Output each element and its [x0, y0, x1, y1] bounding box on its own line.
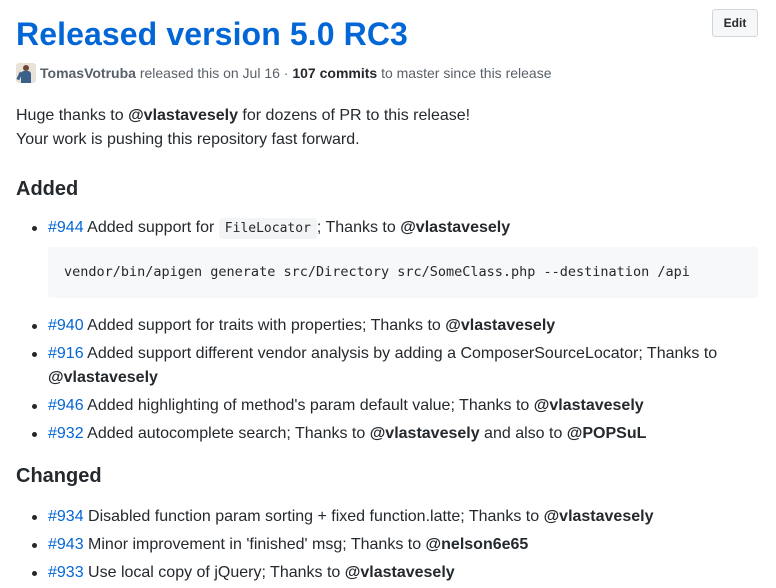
item-text: Use local copy of jQuery; Thanks to	[83, 564, 345, 581]
mention-link[interactable]: @POPSuL	[567, 425, 647, 442]
commits-suffix: to master since this release	[377, 65, 552, 81]
list-item: #932 Added autocomplete search; Thanks t…	[32, 422, 760, 446]
item-text: Added support different vendor analysis …	[83, 345, 718, 362]
mention-link[interactable]: @vlastavesely	[400, 219, 510, 236]
pr-link[interactable]: #944	[48, 219, 84, 236]
item-text: Disabled function param sorting + fixed …	[83, 508, 544, 525]
list-item: #944 Added support for FileLocator; Than…	[32, 216, 760, 298]
item-text: ; Thanks to	[316, 219, 401, 236]
list-item: #946 Added highlighting of method's para…	[32, 394, 760, 418]
changed-heading: Changed	[16, 465, 102, 487]
pr-link[interactable]: #933	[48, 564, 84, 581]
list-item: #934 Disabled function param sorting + f…	[32, 505, 760, 529]
list-item: #943 Minor improvement in 'finished' msg…	[32, 533, 760, 557]
mention-link[interactable]: @vlastavesely	[48, 369, 158, 386]
mention-link[interactable]: @vlastavesely	[534, 397, 644, 414]
item-text: Added autocomplete search; Thanks to	[83, 425, 370, 442]
mention-link[interactable]: @vlastavesely	[370, 425, 480, 442]
list-item: #940 Added support for traits with prope…	[32, 314, 760, 338]
meta-text: released this on Jul 16 ·	[135, 65, 293, 81]
mention-link[interactable]: @vlastavesely	[544, 508, 654, 525]
intro-prefix: Huge thanks to	[16, 107, 129, 124]
mention-link[interactable]: @vlastavesely	[128, 107, 238, 124]
release-meta: TomasVotruba released this on Jul 16 · 1…	[16, 63, 551, 83]
code-block: vendor/bin/apigen generate src/Directory…	[48, 247, 758, 298]
item-text: Added support for	[83, 219, 219, 236]
release-intro: Huge thanks to @vlastavesely for dozens …	[16, 104, 470, 152]
item-text: and also to	[479, 425, 567, 442]
added-list: #944 Added support for FileLocator; Than…	[16, 216, 760, 446]
intro-line2: Your work is pushing this repository fas…	[16, 131, 360, 148]
edit-button[interactable]: Edit	[712, 9, 758, 37]
release-title-link[interactable]: Released version 5.0 RC3	[16, 16, 408, 52]
mention-link[interactable]: @nelson6e65	[426, 536, 529, 553]
item-text: Minor improvement in 'finished' msg; Tha…	[83, 536, 426, 553]
mention-link[interactable]: @vlastavesely	[345, 564, 455, 581]
pr-link[interactable]: #916	[48, 345, 84, 362]
author-link[interactable]: TomasVotruba	[40, 63, 136, 83]
pr-link[interactable]: #934	[48, 508, 84, 525]
release-title[interactable]: Released version 5.0 RC3	[16, 14, 408, 54]
list-item: #916 Added support different vendor anal…	[32, 342, 760, 390]
commits-link[interactable]: 107 commits	[292, 63, 377, 83]
intro-suffix: for dozens of PR to this release!	[237, 107, 471, 124]
item-text: Added support for traits with properties…	[83, 317, 446, 334]
changed-list: #934 Disabled function param sorting + f…	[16, 505, 760, 585]
added-heading: Added	[16, 178, 79, 200]
avatar[interactable]	[16, 63, 36, 83]
pr-link[interactable]: #943	[48, 536, 84, 553]
pr-link[interactable]: #940	[48, 317, 84, 334]
mention-link[interactable]: @vlastavesely	[445, 317, 555, 334]
list-item: #933 Use local copy of jQuery; Thanks to…	[32, 561, 760, 585]
inline-code: FileLocator	[218, 218, 317, 239]
pr-link[interactable]: #932	[48, 425, 84, 442]
item-text: Added highlighting of method's param def…	[83, 397, 534, 414]
pr-link[interactable]: #946	[48, 397, 84, 414]
